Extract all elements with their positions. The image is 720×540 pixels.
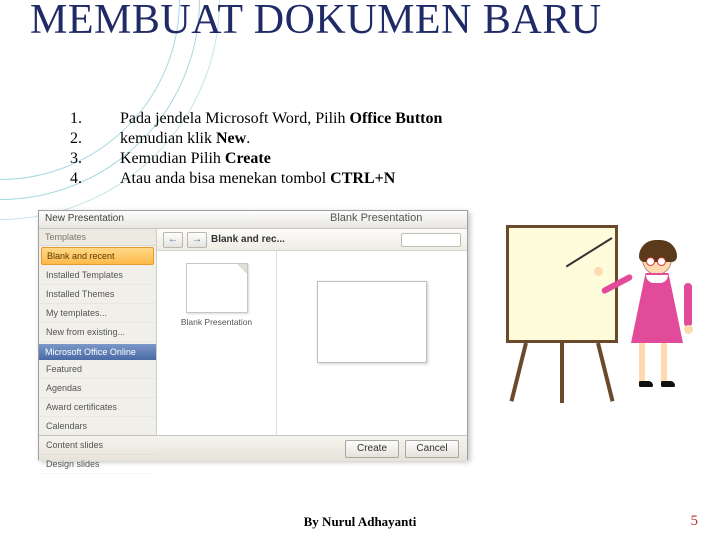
step-number: 1. [70, 110, 120, 128]
sidebar-item-award-certificates[interactable]: Award certificates [39, 398, 156, 417]
easel-leg [596, 343, 614, 402]
preview-page [317, 281, 427, 363]
dialog-sidebar: Templates Blank and recent Installed Tem… [39, 229, 157, 435]
teacher-clipart [506, 225, 696, 425]
breadcrumb: Blank and rec... [211, 234, 285, 245]
dialog-toolbar: ← → Blank and rec... [157, 229, 467, 251]
easel-leg [560, 343, 564, 403]
cancel-button[interactable]: Cancel [405, 440, 459, 458]
sidebar-item-calendars[interactable]: Calendars [39, 417, 156, 436]
sidebar-header-office-online: Microsoft Office Online [39, 344, 156, 360]
step-text: kemudian klik New. [120, 130, 250, 148]
nav-back-button[interactable]: ← [163, 232, 183, 248]
step-text: Atau anda bisa menekan tombol CTRL+N [120, 170, 395, 188]
step-item: 4. Atau anda bisa menekan tombol CTRL+N [70, 170, 442, 188]
sidebar-item-agendas[interactable]: Agendas [39, 379, 156, 398]
easel-leg [510, 343, 528, 402]
sidebar-item-content-slides[interactable]: Content slides [39, 436, 156, 455]
template-search-input[interactable] [401, 233, 461, 247]
sidebar-item-design-slides[interactable]: Design slides [39, 455, 156, 474]
step-text: Kemudian Pilih Create [120, 150, 271, 168]
step-number: 2. [70, 130, 120, 148]
template-thumb-area: Blank Presentation [157, 251, 277, 435]
sidebar-item-featured[interactable]: Featured [39, 360, 156, 379]
nav-forward-button[interactable]: → [187, 232, 207, 248]
page-number: 5 [691, 513, 699, 530]
sidebar-item-installed-templates[interactable]: Installed Templates [39, 266, 156, 285]
sidebar-item-installed-themes[interactable]: Installed Themes [39, 285, 156, 304]
preview-heading: Blank Presentation [330, 212, 422, 224]
sidebar-header-templates: Templates [39, 229, 156, 246]
template-preview-area [277, 251, 467, 435]
new-presentation-dialog: New Presentation Templates Blank and rec… [38, 210, 468, 460]
sidebar-item-my-templates[interactable]: My templates... [39, 304, 156, 323]
sidebar-item-blank-recent[interactable]: Blank and recent [41, 247, 154, 265]
steps-list: 1. Pada jendela Microsoft Word, Pilih Of… [70, 110, 442, 190]
step-item: 1. Pada jendela Microsoft Word, Pilih Of… [70, 110, 442, 128]
blank-presentation-thumb[interactable] [186, 263, 248, 313]
step-number: 3. [70, 150, 120, 168]
create-button[interactable]: Create [345, 440, 399, 458]
slide-title: MEMBUAT DOKUMEN BARU [30, 0, 602, 42]
footer-credit: By Nurul Adhayanti [0, 514, 720, 530]
step-text: Pada jendela Microsoft Word, Pilih Offic… [120, 110, 442, 128]
teacher-figure-icon [618, 243, 696, 418]
step-item: 3. Kemudian Pilih Create [70, 150, 442, 168]
dialog-center: ← → Blank and rec... Blank Presentation [157, 229, 467, 435]
sidebar-item-new-from-existing[interactable]: New from existing... [39, 323, 156, 342]
thumb-label: Blank Presentation [165, 317, 268, 327]
step-item: 2. kemudian klik New. [70, 130, 442, 148]
step-number: 4. [70, 170, 120, 188]
